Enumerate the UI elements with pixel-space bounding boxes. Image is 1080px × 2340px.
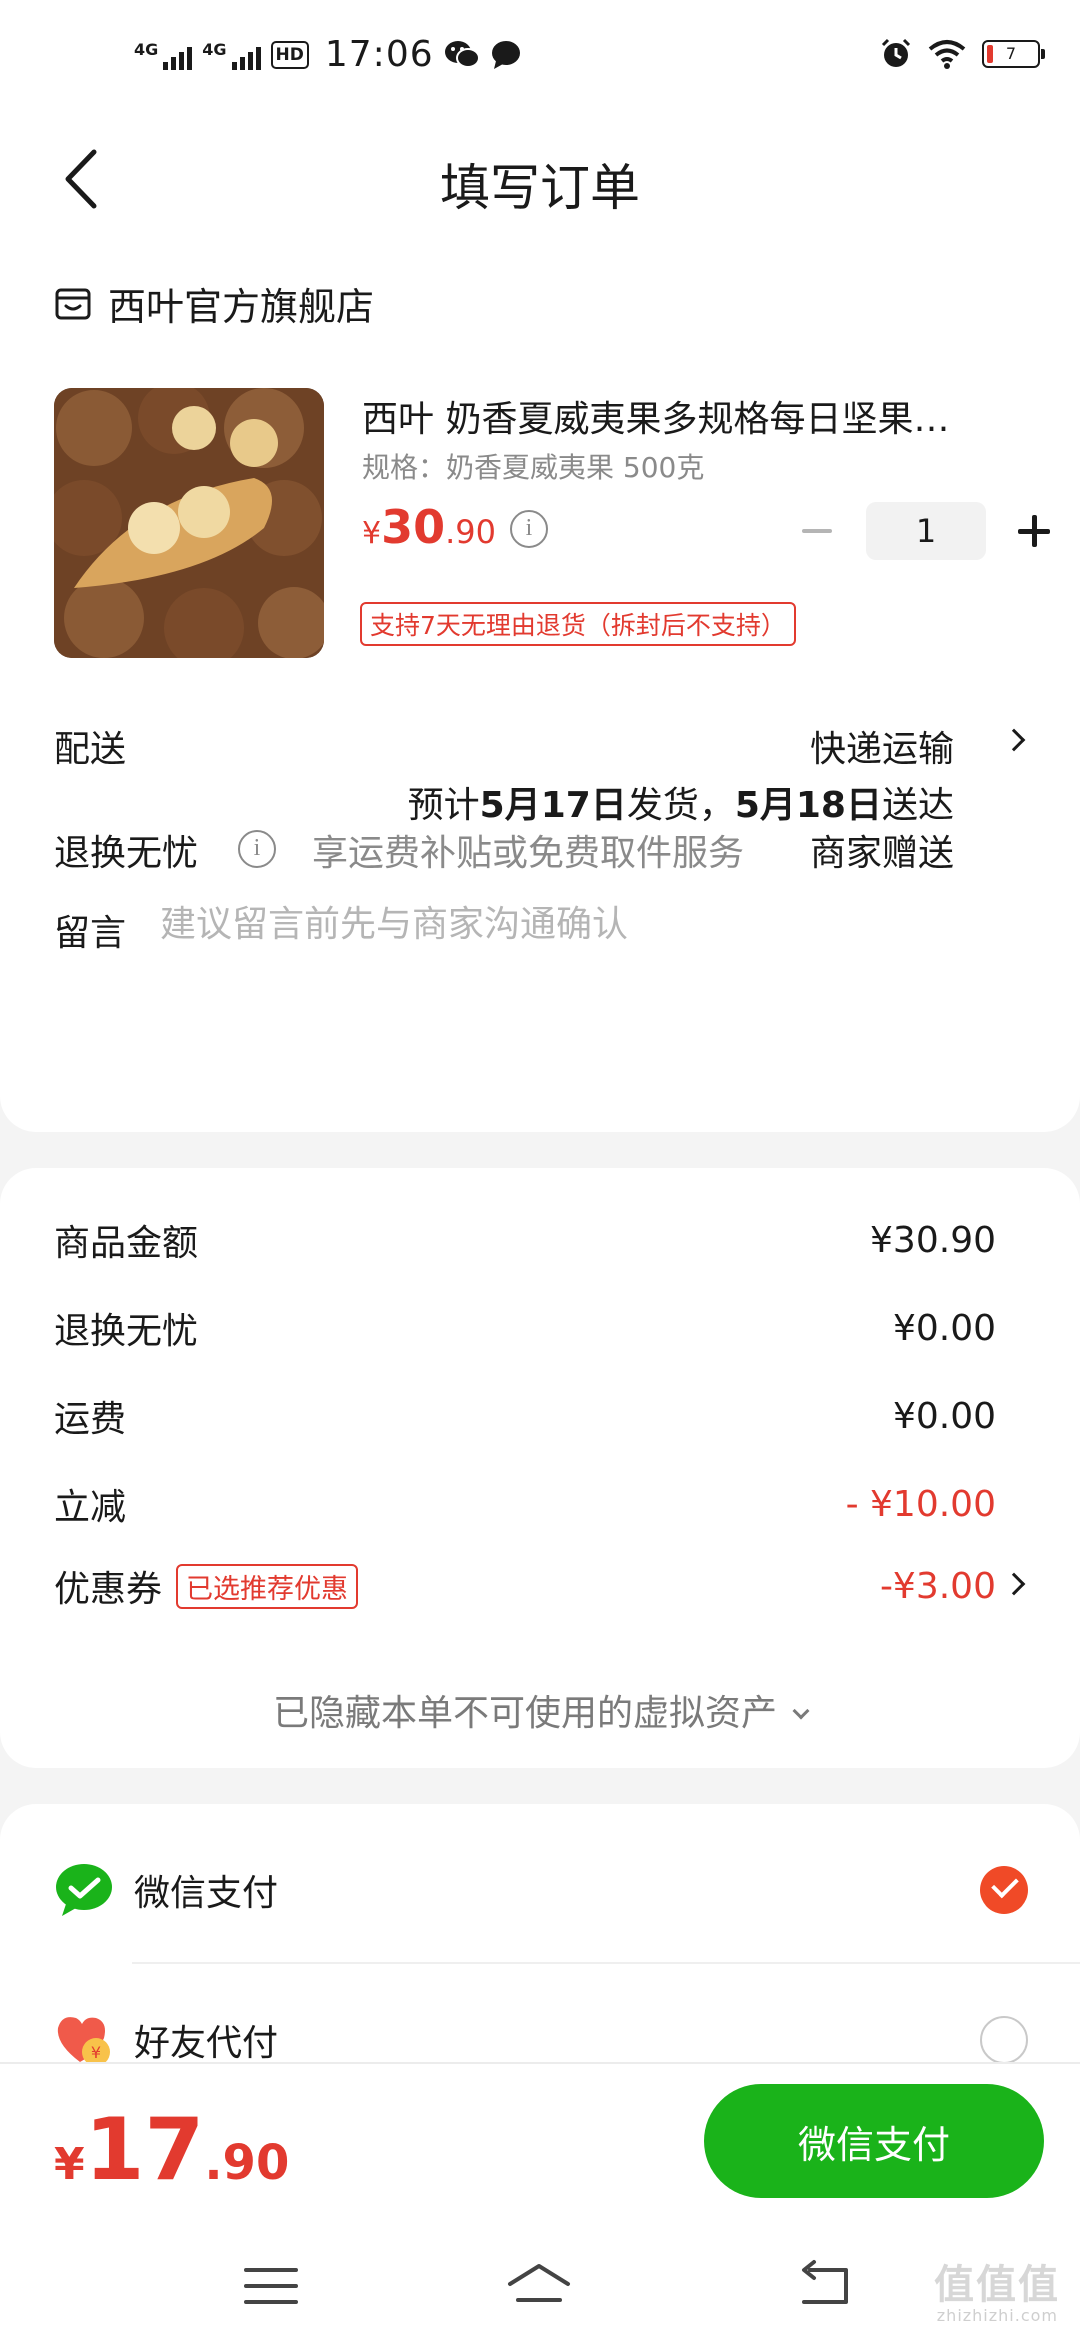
divider [132, 1962, 1080, 1964]
product-title[interactable]: 西叶 奶香夏威夷果多规格每日坚果… [362, 390, 1002, 442]
eta-suffix: 送达 [881, 785, 954, 826]
payment-label: 好友代付 [134, 2023, 279, 2064]
svg-text:¥: ¥ [91, 2043, 101, 2062]
hd-voice-icon: HD [270, 40, 309, 69]
cost-row-shipping: 运费 ¥0.00 [54, 1390, 996, 1442]
watermark-url: zhizhizhi.com [936, 2306, 1058, 2325]
coupon-badge: 已选推荐优惠 [176, 1563, 359, 1609]
chevron-down-icon [792, 1702, 810, 1720]
cost-row-goods: 商品金额 ¥30.90 [54, 1214, 996, 1266]
hidden-assets-text: 已隐藏本单不可使用的虚拟资产 [272, 1693, 777, 1734]
message-input[interactable] [160, 904, 1020, 945]
home-icon[interactable] [504, 2256, 574, 2316]
payment-option-friend[interactable]: ¥ 好友代付 [54, 2010, 1028, 2070]
status-left: 4G 4G HD 17:06 [134, 34, 522, 75]
page-header: 填写订单 [0, 120, 1080, 240]
product-spec: 规格：奶香夏威夷果 500克 [362, 451, 705, 484]
worry-free-label: 退换无忧 [54, 833, 199, 874]
product-image[interactable] [54, 388, 324, 658]
payment-label: 微信支付 [134, 1873, 279, 1914]
payment-option-wechat[interactable]: 微信支付 [54, 1860, 1028, 1920]
page-title: 填写订单 [440, 159, 640, 217]
unselected-radio-icon[interactable] [980, 2016, 1028, 2064]
status-time: 17:06 [324, 34, 434, 75]
signal-icon: 4G [134, 39, 193, 70]
back-nav-icon[interactable] [790, 2256, 860, 2316]
cost-row-discount: 立减 - ¥10.00 [54, 1478, 996, 1530]
store-name: 西叶官方旗舰店 [108, 285, 375, 329]
status-right: 7 [880, 38, 1045, 70]
network-label: 4G [202, 39, 227, 59]
payment-card: 微信支付 ¥ 好友代付 [0, 1804, 1080, 2074]
goods-label: 商品金额 [54, 1223, 199, 1264]
coupon-label: 优惠券 [54, 1569, 163, 1610]
watermark: 值值值 [934, 2262, 1060, 2308]
discount-label: 立减 [54, 1487, 127, 1528]
quantity-stepper: 1 [788, 502, 1062, 560]
eta-prefix: 预计 [407, 785, 480, 826]
message-label: 留言 [54, 913, 127, 954]
eta-ship-date: 5月17日 [479, 785, 627, 826]
delivery-chevron-icon[interactable] [1002, 728, 1026, 752]
cost-card: 商品金额 ¥30.90 退换无忧 ¥0.00 运费 ¥0.00 立减 - ¥10… [0, 1168, 1080, 1768]
increase-button[interactable] [1006, 503, 1062, 559]
shipping-value: ¥0.00 [892, 1395, 996, 1437]
decrease-button[interactable] [788, 503, 844, 559]
worry-cost-label: 退换无忧 [54, 1311, 199, 1352]
total-currency: ¥ [54, 2139, 85, 2190]
cost-row-worry: 退换无忧 ¥0.00 [54, 1302, 996, 1354]
price-integer: 30 [381, 500, 446, 554]
total-price: ¥ 17 .90 [54, 2100, 289, 2200]
signal-icon: 4G [202, 39, 261, 70]
eta-arrive-date: 5月18日 [734, 785, 882, 826]
total-integer: 17 [84, 2100, 205, 2200]
shipping-label: 运费 [54, 1399, 127, 1440]
message-notification-icon [491, 40, 520, 69]
alarm-icon [881, 38, 911, 67]
system-nav-bar [0, 2234, 1080, 2340]
total-decimal: .90 [204, 2135, 290, 2191]
discount-value: - ¥10.00 [845, 1483, 996, 1525]
network-label: 4G [134, 39, 159, 59]
worry-free-value: 商家赠送 [809, 833, 954, 874]
worry-cost-value: ¥0.00 [892, 1307, 996, 1349]
battery-level: 7 [1005, 44, 1017, 63]
price-info-icon[interactable]: i [510, 510, 548, 548]
delivery-label: 配送 [54, 729, 127, 770]
wifi-icon [928, 40, 966, 69]
checkout-bar: ¥ 17 .90 微信支付 [0, 2062, 1080, 2340]
worry-free-info-icon[interactable]: i [238, 830, 276, 868]
friend-pay-icon: ¥ [57, 2017, 110, 2066]
menu-icon[interactable] [236, 2256, 306, 2316]
coupon-label-group: 优惠券 已选推荐优惠 [54, 1560, 359, 1612]
price-currency: ¥ [362, 516, 382, 551]
return-policy-badge: 支持7天无理由退货（拆封后不支持） [360, 602, 796, 646]
battery-icon: 7 [982, 40, 1045, 68]
worry-free-desc: 享运费补贴或免费取件服务 [312, 833, 745, 874]
eta-mid: 发货， [626, 785, 735, 826]
quantity-value[interactable]: 1 [866, 502, 986, 560]
delivery-method[interactable]: 快递运输 [810, 720, 954, 772]
wechat-notification-icon [444, 40, 480, 68]
goods-value: ¥30.90 [870, 1219, 996, 1261]
price-decimal: .90 [445, 513, 496, 551]
status-bar: 4G 4G HD 17:06 7 [0, 0, 1080, 120]
hidden-assets-toggle[interactable]: 已隐藏本单不可使用的虚拟资产 [0, 1684, 1080, 1736]
pay-button[interactable]: 微信支付 [704, 2084, 1044, 2198]
store-row[interactable]: 西叶官方旗舰店 [54, 276, 374, 331]
coupon-value: -¥3.00 [879, 1565, 996, 1607]
wechat-pay-icon [56, 1864, 112, 1916]
cost-row-coupon[interactable]: 优惠券 已选推荐优惠 -¥3.00 [54, 1560, 996, 1612]
delivery-eta: 预计5月17日发货，5月18日送达 [408, 776, 954, 828]
coupon-chevron-icon[interactable] [1002, 1572, 1026, 1596]
store-icon [55, 288, 91, 319]
order-card: 西叶官方旗舰店 西叶 奶香夏威夷果多规格每日坚果… 规格：奶香夏威夷果 500克… [0, 228, 1080, 1132]
selected-check-icon[interactable] [980, 1866, 1028, 1914]
product-price: ¥ 30 .90 [362, 500, 496, 554]
